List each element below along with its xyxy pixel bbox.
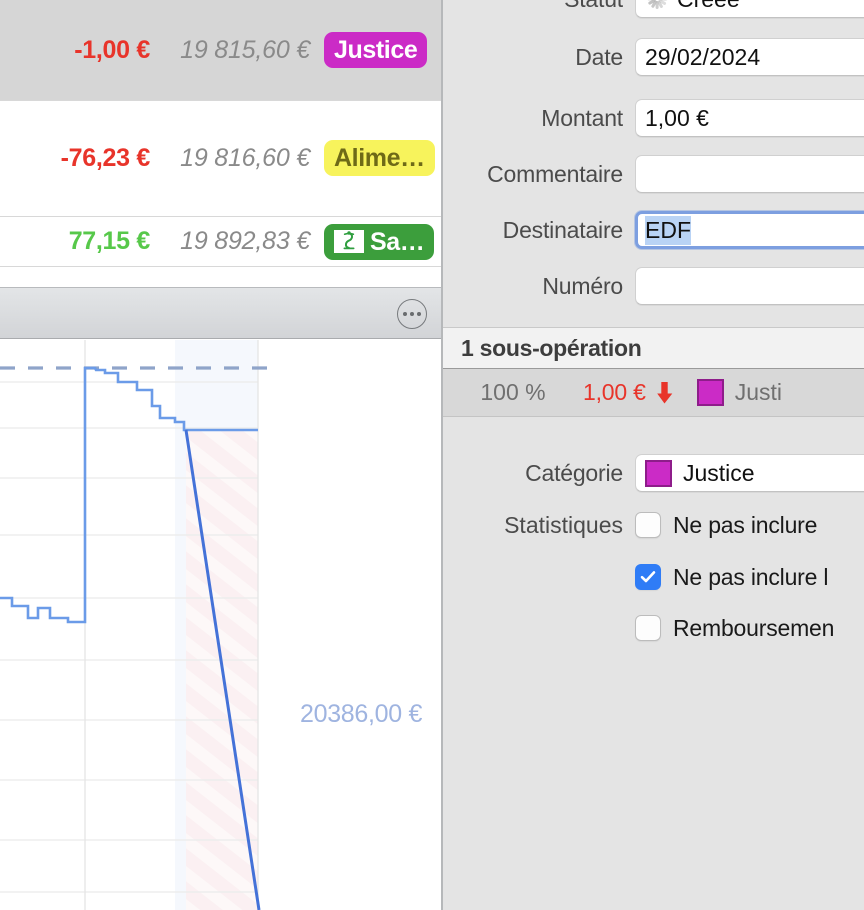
- field-row-date: Date 29/02/2024: [443, 37, 864, 77]
- transaction-balance: 19 892,83 €: [180, 227, 310, 255]
- transaction-category[interactable]: Sa…: [324, 223, 435, 260]
- chart-canvas: [0, 340, 272, 910]
- dot: [417, 312, 421, 316]
- field-label-date: Date: [575, 43, 623, 70]
- field-label-destinataire: Destinataire: [502, 216, 624, 243]
- transaction-list[interactable]: -1,00 € 19 815,60 € Justice -76,23 € 19 …: [0, 0, 441, 267]
- transaction-balance: 19 816,60 €: [180, 143, 310, 172]
- field-row-statut: Statut Créée: [443, 0, 864, 19]
- app-window: -1,00 € 19 815,60 € Justice -76,23 € 19 …: [0, 0, 864, 910]
- field-row-categorie: Catégorie Justice: [443, 453, 864, 493]
- row-divider: [0, 266, 441, 267]
- suboperation-amount: 1,00 €: [583, 379, 646, 405]
- category-color-swatch: [645, 459, 672, 487]
- chart-toolbar: [0, 287, 441, 339]
- detail-panel: Statut Créée: [443, 0, 864, 910]
- categorie-select[interactable]: Justice: [635, 454, 864, 492]
- field-row-destinataire: Destinataire EDF: [443, 210, 864, 250]
- dot: [410, 312, 414, 316]
- date-field[interactable]: 29/02/2024: [635, 38, 864, 76]
- suboperation-header: 1 sous-opération: [443, 327, 864, 369]
- field-row-commentaire: Commentaire: [443, 154, 864, 194]
- suboperation-percent: 100 %: [480, 379, 546, 405]
- field-label-numero: Numéro: [542, 272, 623, 299]
- ellipsis-circle-icon[interactable]: [397, 299, 427, 329]
- table-row[interactable]: -76,23 € 19 816,60 € Alime…: [0, 101, 441, 215]
- transaction-amount: -1,00 €: [74, 35, 150, 64]
- category-badge-label: Sa…: [370, 227, 425, 256]
- suboperation-row[interactable]: 100 % 1,00 € Justi: [443, 369, 864, 417]
- table-row[interactable]: -1,00 € 19 815,60 € Justice: [0, 0, 441, 100]
- categorie-value: Justice: [683, 459, 755, 486]
- transaction-category[interactable]: Alime…: [324, 140, 435, 176]
- chart-reference-label: 20386,00 €: [300, 700, 423, 728]
- field-label-statistiques: Statistiques: [504, 511, 623, 538]
- balance-chart[interactable]: 20386,00 €: [0, 340, 441, 910]
- category-badge[interactable]: Sa…: [324, 223, 435, 260]
- date-value: 29/02/2024: [645, 43, 761, 70]
- montant-value: 1,00 €: [645, 104, 709, 131]
- numero-field[interactable]: [635, 267, 864, 305]
- field-row-statistiques: Statistiques Ne pas inclure: [443, 505, 864, 545]
- suboperation-category: Justi: [734, 379, 783, 405]
- statut-value: Créée: [677, 0, 740, 13]
- field-label-montant: Montant: [541, 104, 623, 131]
- field-row-statistiques-3: Remboursemen: [443, 608, 864, 648]
- field-label-statut: Statut: [443, 0, 635, 13]
- transaction-category[interactable]: Justice: [324, 32, 428, 68]
- dot: [403, 312, 407, 316]
- field-row-numero: Numéro: [443, 266, 864, 306]
- field-row-montant: Montant 1,00 €: [443, 98, 864, 138]
- destinataire-input[interactable]: EDF: [635, 211, 864, 249]
- category-badge[interactable]: Alime…: [324, 140, 435, 176]
- transaction-balance: 19 815,60 €: [180, 35, 310, 64]
- checkbox-ne-pas-inclure-l[interactable]: [635, 564, 661, 590]
- category-color-swatch: [696, 379, 724, 406]
- checkbox-label: Ne pas inclure l: [673, 563, 829, 590]
- montant-field[interactable]: 1,00 €: [635, 99, 864, 137]
- transaction-amount: -76,23 €: [60, 143, 151, 172]
- statut-select[interactable]: Créée: [635, 0, 864, 18]
- checkbox-remboursement[interactable]: [635, 615, 661, 641]
- arrow-down-icon: [656, 381, 673, 403]
- destinataire-value: EDF: [645, 215, 691, 245]
- table-row[interactable]: 77,15 € 19 892,83 € Sa…: [0, 217, 441, 266]
- checkbox-label: Ne pas inclure: [673, 511, 818, 538]
- pharmacy-icon: [334, 230, 364, 253]
- transaction-amount: 77,15 €: [68, 227, 151, 255]
- field-label-commentaire: Commentaire: [487, 160, 623, 187]
- spinner-icon: [645, 0, 669, 11]
- field-label-categorie: Catégorie: [525, 459, 623, 486]
- left-pane: -1,00 € 19 815,60 € Justice -76,23 € 19 …: [0, 0, 441, 910]
- commentaire-field[interactable]: [635, 155, 864, 193]
- field-row-statistiques-2: Ne pas inclure l: [443, 557, 864, 597]
- checkbox-ne-pas-inclure[interactable]: [635, 512, 661, 538]
- category-badge[interactable]: Justice: [324, 32, 428, 68]
- checkbox-label: Remboursemen: [673, 614, 835, 641]
